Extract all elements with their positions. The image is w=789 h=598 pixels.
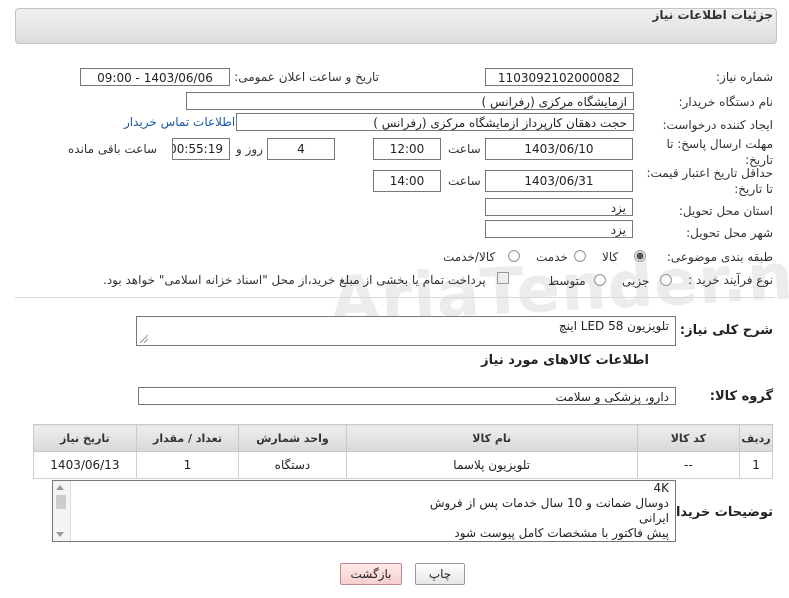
reply-time-label: ساعت	[448, 142, 481, 156]
requester-label: ایجاد کننده درخواست:	[662, 118, 773, 132]
price-validity-time-field: 14:00	[373, 170, 441, 192]
cell-item-name: تلویزیون پلاسما	[345, 451, 638, 479]
purchase-medium-label: متوسط	[548, 274, 586, 288]
remaining-days-field: 4	[267, 138, 335, 160]
remaining-time-label: ساعت باقی مانده	[68, 142, 158, 156]
category-label: طبقه بندی موضوعی:	[666, 250, 773, 264]
goods-section-title: اطلاعات کالاهای مورد نیاز	[481, 353, 649, 368]
cell-need-date: 1403/06/13	[33, 451, 137, 479]
goods-group-label: گروه کالا:	[709, 389, 773, 404]
col-row-number: ردیف	[739, 424, 773, 452]
price-validity-date-field: 1403/06/31	[485, 170, 633, 192]
description-field: تلویزیون LED 58 اینچ	[136, 316, 676, 346]
cell-row-number: 1	[739, 451, 773, 479]
purchase-type-label: نوع فرآیند خرید :	[688, 273, 773, 287]
province-field: یزد	[485, 198, 633, 216]
page-title: جزئیات اطلاعات نیاز	[652, 8, 773, 22]
col-quantity: تعداد / مقدار	[135, 424, 240, 452]
table-row: 1 -- تلویزیون پلاسما دستگاه 1 1403/06/13	[33, 451, 773, 479]
purchase-minor-label: جزیی	[622, 274, 650, 288]
city-field: یزد	[485, 220, 633, 238]
city-label: شهر محل تحویل:	[686, 226, 773, 240]
scroll-thumb[interactable]	[56, 495, 66, 509]
remaining-time-field: 00:55:19	[172, 138, 230, 160]
goods-group-field: دارو، پزشکی و سلامت	[138, 387, 676, 405]
price-validity-label: حداقل تاریخ اعتبار قیمت: تا تاریخ:	[646, 166, 773, 196]
announce-datetime-label: تاریخ و ساعت اعلان عمومی:	[234, 70, 379, 84]
table-header-row: ردیف کد کالا نام کالا واحد شمارش تعداد /…	[33, 424, 773, 452]
category-goods-radio[interactable]	[634, 250, 646, 262]
province-label: استان محل تحویل:	[678, 204, 773, 218]
category-goods-service-radio[interactable]	[508, 250, 520, 262]
description-text: تلویزیون LED 58 اینچ	[558, 319, 669, 333]
cell-quantity: 1	[135, 451, 240, 479]
remaining-days-label: روز و	[236, 142, 263, 156]
need-number-label: شماره نیاز:	[716, 70, 773, 84]
reply-deadline-label: مهلت ارسال پاسخ: تا تاریخ:	[666, 137, 773, 167]
reply-date-field: 1403/06/10	[485, 138, 633, 160]
category-service-radio[interactable]	[574, 250, 586, 262]
announce-datetime-field: 1403/06/06 - 09:00	[80, 68, 230, 86]
col-item-code: کد کالا	[636, 424, 741, 452]
print-button[interactable]: چاپ	[415, 563, 465, 585]
reply-time-field: 12:00	[373, 138, 441, 160]
purchase-minor-radio[interactable]	[660, 274, 672, 286]
cell-unit: دستگاه	[238, 451, 347, 479]
category-goods-label: کالا	[602, 250, 619, 264]
notes-scrollbar[interactable]	[53, 481, 71, 541]
col-unit: واحد شمارش	[238, 424, 347, 452]
category-goods-service-label: کالا/خدمت	[443, 250, 496, 264]
buyer-notes-label: توضیحات خریدار:	[663, 505, 773, 520]
buyer-org-field: ازمایشگاه مرکزی (رفرانس )	[186, 92, 634, 110]
description-label: شرح کلی نیاز:	[679, 323, 773, 338]
requester-field: حجت دهقان کارپرداز ازمایشگاه مرکزی (رفرا…	[236, 113, 634, 131]
need-number-field: 1103092102000082	[485, 68, 633, 86]
section-divider	[15, 297, 775, 298]
scroll-up-icon[interactable]	[56, 485, 64, 490]
buyer-contact-link[interactable]: اطلاعات تماس خریدار	[124, 115, 235, 129]
back-button[interactable]: بازگشت	[340, 563, 402, 585]
purchase-medium-radio[interactable]	[594, 274, 606, 286]
resize-grip-icon[interactable]	[140, 335, 148, 343]
treasury-payment-checkbox[interactable]	[497, 272, 509, 284]
treasury-payment-note: پرداخت تمام یا بخشی از مبلغ خرید،از محل …	[103, 273, 486, 287]
buyer-notes-field: 4K دوسال ضمانت و 10 سال خدمات پس از فروش…	[52, 480, 676, 542]
items-table: ردیف کد کالا نام کالا واحد شمارش تعداد /…	[33, 424, 773, 479]
buyer-notes-text: 4K دوسال ضمانت و 10 سال خدمات پس از فروش…	[429, 481, 669, 540]
scroll-down-icon[interactable]	[56, 532, 64, 537]
col-item-name: نام کالا	[345, 424, 638, 452]
col-need-date: تاریخ نیاز	[33, 424, 137, 452]
category-service-label: خدمت	[536, 250, 568, 264]
price-validity-time-label: ساعت	[448, 174, 481, 188]
cell-item-code: --	[636, 451, 741, 479]
buyer-org-label: نام دستگاه خریدار:	[678, 95, 774, 109]
